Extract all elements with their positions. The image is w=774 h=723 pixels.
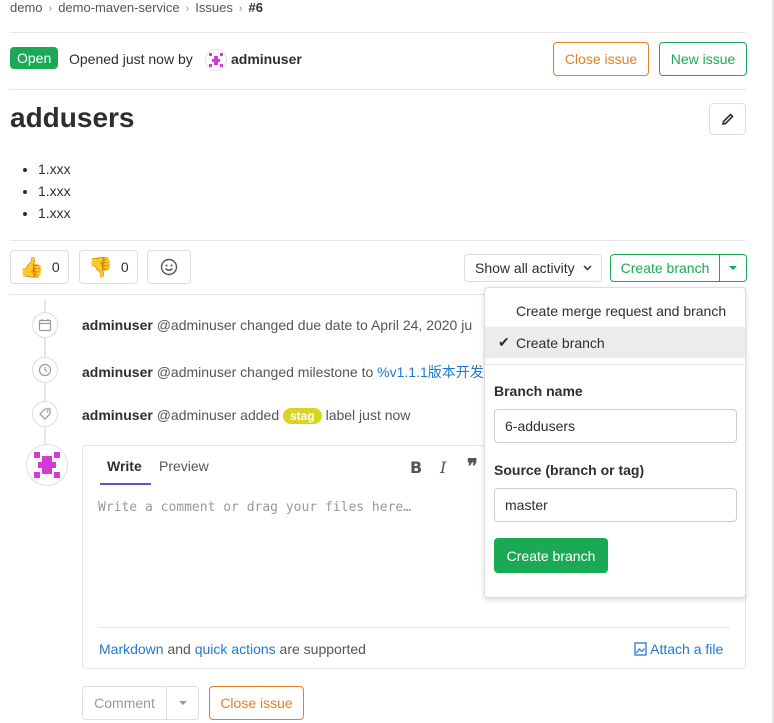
thumbs-down-count: 0 xyxy=(120,259,129,275)
create-branch-toggle[interactable] xyxy=(719,254,747,282)
thumbs-up-count: 0 xyxy=(51,259,60,275)
pencil-icon xyxy=(721,113,734,126)
source-label: Source (branch or tag) xyxy=(494,462,645,478)
comment-textarea[interactable]: Write a comment or drag your files here… xyxy=(98,500,411,515)
list-item: 1.xxx xyxy=(38,158,71,180)
dropdown-divider xyxy=(485,364,745,365)
attach-file-label: Attach a file xyxy=(650,641,724,657)
thumbs-up-button[interactable]: 👍 0 xyxy=(10,250,69,284)
breadcrumb-demo[interactable]: demo xyxy=(10,0,43,15)
note-text: @adminuser changed due date to April 24,… xyxy=(156,317,473,333)
comment-type-toggle[interactable] xyxy=(166,686,199,720)
issue-title: addusers xyxy=(10,102,135,133)
opened-text: Opened just now by xyxy=(69,51,193,67)
tag-icon xyxy=(32,401,58,427)
breadcrumb-issues[interactable]: Issues xyxy=(195,0,233,15)
option-create-branch[interactable]: Create branch xyxy=(516,335,605,351)
thumbs-down-icon: 👎 xyxy=(88,256,113,279)
chevron-right-icon: › xyxy=(48,3,53,15)
chevron-down-icon xyxy=(583,265,592,271)
issue-description: 1.xxx 1.xxx 1.xxx xyxy=(22,158,71,224)
timeline-note: adminuser @adminuser added stag label ju… xyxy=(82,407,410,424)
description-divider xyxy=(10,240,746,241)
list-item: 1.xxx xyxy=(38,180,71,202)
tab-write[interactable]: Write xyxy=(107,458,142,474)
activity-filter-label: Show all activity xyxy=(475,260,575,276)
calendar-icon xyxy=(32,312,58,338)
list-item: 1.xxx xyxy=(38,202,71,224)
markdown-note: Markdown and quick actions are supported xyxy=(99,641,366,657)
option-merge-request-and-branch[interactable]: Create merge request and branch xyxy=(516,303,726,319)
bold-icon[interactable]: B xyxy=(410,458,422,477)
close-issue-bottom-button[interactable]: Close issue xyxy=(209,686,304,720)
breadcrumb-current[interactable]: #6 xyxy=(249,0,263,15)
quick-actions-link[interactable]: quick actions xyxy=(195,641,276,657)
note-text-after: label just now xyxy=(321,407,411,423)
activity-filter-dropdown[interactable]: Show all activity xyxy=(464,254,602,282)
timeline-note: adminuser @adminuser changed milestone t… xyxy=(82,362,484,382)
image-icon xyxy=(634,642,647,656)
attach-file-link[interactable]: Attach a file xyxy=(634,641,723,657)
note-author[interactable]: adminuser xyxy=(82,317,153,333)
italic-icon[interactable]: I xyxy=(440,458,446,477)
branch-name-input[interactable]: 6-addusers xyxy=(494,409,737,443)
breadcrumb-project[interactable]: demo-maven-service xyxy=(58,0,179,15)
avatar[interactable] xyxy=(26,444,68,486)
tab-preview[interactable]: Preview xyxy=(159,458,209,474)
source-input[interactable]: master xyxy=(494,488,737,522)
smiley-icon xyxy=(160,258,178,276)
header-bottom-divider xyxy=(10,89,746,90)
new-issue-button[interactable]: New issue xyxy=(659,42,747,76)
create-branch-button[interactable]: Create branch xyxy=(610,254,720,282)
close-issue-button[interactable]: Close issue xyxy=(553,42,649,76)
milestone-link[interactable]: %v1.1.1版本开发 xyxy=(377,364,484,380)
header-divider xyxy=(10,32,746,33)
note-text: @adminuser added xyxy=(156,407,283,423)
caret-down-icon xyxy=(178,701,187,705)
thumbs-down-button[interactable]: 👎 0 xyxy=(79,250,138,284)
add-reaction-button[interactable] xyxy=(147,250,191,284)
chevron-right-icon: › xyxy=(238,3,243,15)
comment-footer-divider xyxy=(98,627,730,628)
clock-icon xyxy=(32,357,58,383)
note-author[interactable]: adminuser xyxy=(82,407,153,423)
avatar[interactable] xyxy=(205,49,227,71)
timeline-note: adminuser @adminuser changed due date to… xyxy=(82,317,472,333)
create-branch-submit-button[interactable]: Create branch xyxy=(494,538,608,573)
branch-name-label: Branch name xyxy=(494,383,583,399)
markdown-link[interactable]: Markdown xyxy=(99,641,164,657)
note-text: @adminuser changed milestone to xyxy=(156,364,378,380)
supported-text: are supported xyxy=(275,641,366,657)
comment-button[interactable]: Comment xyxy=(82,686,167,720)
edit-button[interactable] xyxy=(709,103,746,135)
and-text: and xyxy=(163,641,195,657)
check-icon: ✔ xyxy=(498,334,510,350)
tab-active-indicator xyxy=(100,483,151,485)
breadcrumb: demo › demo-maven-service › Issues › #6 xyxy=(10,0,263,15)
author-link[interactable]: adminuser xyxy=(231,51,302,67)
note-author[interactable]: adminuser xyxy=(82,364,153,380)
chevron-right-icon: › xyxy=(185,3,190,15)
thumbs-up-icon: 👍 xyxy=(19,256,44,279)
label-badge[interactable]: stag xyxy=(283,408,322,424)
status-badge: Open xyxy=(10,47,59,69)
caret-down-icon xyxy=(729,266,737,270)
quote-icon[interactable]: ❞ xyxy=(467,454,478,479)
